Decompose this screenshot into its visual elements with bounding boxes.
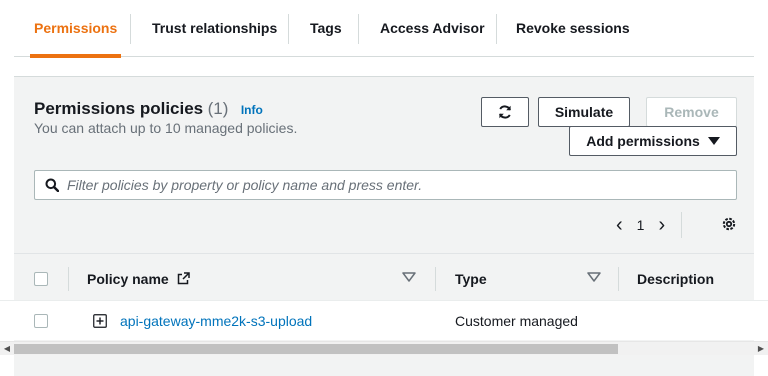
- column-divider: [68, 267, 69, 291]
- previous-page-icon[interactable]: ‹: [616, 214, 623, 237]
- pagination: ‹ 1 ›: [616, 212, 683, 238]
- policy-name-link[interactable]: api-gateway-mme2k-s3-upload: [120, 301, 312, 341]
- pager-divider: [681, 212, 683, 238]
- refresh-icon: [499, 105, 511, 119]
- column-header-policy-name[interactable]: Policy name: [87, 254, 190, 304]
- add-permissions-label: Add permissions: [586, 133, 700, 149]
- scroll-left-icon[interactable]: ◀: [0, 343, 14, 355]
- tab-tags[interactable]: Tags: [310, 0, 342, 57]
- remove-button[interactable]: Remove: [646, 97, 737, 127]
- caret-down-icon: [707, 137, 720, 145]
- panel-title: Permissions policies: [34, 99, 204, 118]
- policy-name-header-label: Policy name: [87, 271, 169, 287]
- simulate-button[interactable]: Simulate: [538, 97, 630, 127]
- policy-count: (1): [207, 99, 229, 118]
- search-icon: [45, 178, 59, 192]
- tab-bar: Permissions Trust relationships Tags Acc…: [14, 0, 754, 58]
- tab-divider: [130, 14, 131, 44]
- gear-icon[interactable]: [721, 216, 737, 232]
- tab-access-advisor[interactable]: Access Advisor: [380, 0, 485, 57]
- panel-description: You can attach up to 10 managed policies…: [34, 120, 298, 136]
- horizontal-scrollbar[interactable]: ◀ ▶: [0, 341, 768, 355]
- page-number[interactable]: 1: [637, 217, 645, 233]
- refresh-button[interactable]: [481, 97, 529, 127]
- scroll-right-icon[interactable]: ▶: [754, 343, 768, 355]
- tab-divider: [288, 14, 289, 44]
- policy-filter-bar: [34, 170, 737, 200]
- policy-type: Customer managed: [455, 313, 578, 329]
- add-permissions-button[interactable]: Add permissions: [569, 126, 737, 156]
- column-divider: [618, 267, 619, 291]
- panel-header: Permissions policies (1) Info: [34, 99, 263, 119]
- tab-trust-relationships[interactable]: Trust relationships: [152, 0, 277, 57]
- info-link[interactable]: Info: [241, 103, 263, 117]
- column-divider: [435, 267, 436, 291]
- external-link-icon: [177, 272, 190, 285]
- scrollbar-thumb[interactable]: [14, 344, 618, 354]
- tab-permissions[interactable]: Permissions: [29, 0, 122, 58]
- expand-icon[interactable]: [93, 314, 107, 328]
- tab-divider: [496, 14, 497, 44]
- table-row: api-gateway-mme2k-s3-upload Customer man…: [0, 300, 768, 340]
- policy-filter-input[interactable]: [65, 172, 736, 198]
- row-checkbox[interactable]: [34, 314, 48, 328]
- column-header-type[interactable]: Type: [455, 254, 487, 304]
- sort-icon[interactable]: [402, 272, 416, 282]
- tab-revoke-sessions[interactable]: Revoke sessions: [516, 0, 630, 57]
- column-header-description[interactable]: Description: [637, 254, 714, 304]
- tab-divider: [358, 14, 359, 44]
- table-header: Policy name Type Description: [14, 253, 754, 303]
- sort-icon[interactable]: [587, 272, 601, 282]
- next-page-icon[interactable]: ›: [658, 214, 665, 237]
- select-all-checkbox[interactable]: [34, 272, 48, 286]
